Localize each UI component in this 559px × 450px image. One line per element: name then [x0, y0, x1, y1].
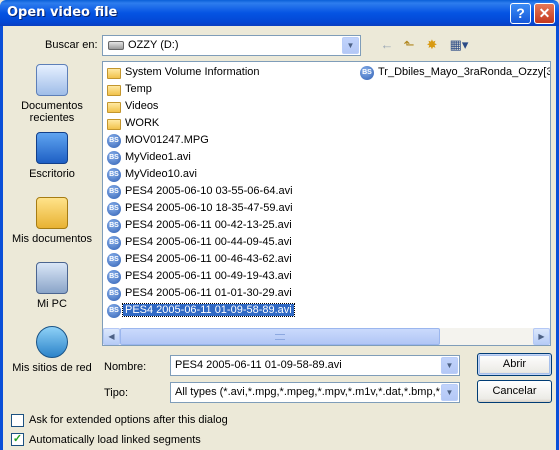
my-computer-icon [36, 262, 68, 294]
file-name: System Volume Information [125, 66, 260, 78]
folder-icon [107, 68, 121, 79]
file-name: Temp [125, 83, 152, 95]
filename-input[interactable]: PES4 2005-06-11 01-09-58-89.avi [175, 359, 437, 371]
video-file-icon: BS [107, 185, 121, 199]
network-icon [36, 326, 68, 358]
file-list[interactable]: System Volume Information Temp Videos WO… [102, 61, 551, 346]
place-label: Documentos [21, 100, 83, 112]
video-file-icon: BS [107, 202, 121, 216]
file-name: PES4 2005-06-11 00-42-13-25.avi [125, 219, 292, 231]
folder-icon [107, 102, 121, 113]
places-bar: Documentos recientes Escritorio Mis docu… [8, 60, 96, 380]
video-file-icon: BS [107, 304, 121, 318]
up-folder-icon[interactable]: ⬑ [399, 36, 419, 54]
file-name: PES4 2005-06-11 00-49-19-43.avi [125, 270, 292, 282]
window-title: Open video file [7, 5, 118, 20]
file-name: PES4 2005-06-11 00-46-43-62.avi [125, 253, 292, 265]
scroll-thumb[interactable] [120, 328, 440, 345]
file-name: Tr_Dbiles_Mayo_3raRonda_Ozzy[3- [378, 66, 551, 78]
file-name: MyVideo10.avi [125, 168, 197, 180]
video-file-icon: BS [107, 168, 121, 182]
view-menu-icon[interactable]: ▦▾ [446, 36, 472, 54]
chevron-down-icon[interactable]: ▼ [441, 384, 458, 401]
lookin-label: Buscar en: [45, 39, 98, 51]
scroll-right-icon[interactable]: ▶ [533, 328, 550, 345]
recent-documents-icon [36, 64, 68, 96]
lookin-value: OZZY (D:) [128, 39, 179, 51]
video-file-icon: BS [107, 253, 121, 267]
file-name: PES4 2005-06-11 01-09-58-89.avi [122, 303, 295, 317]
horizontal-scrollbar[interactable]: ◀ ▶ [103, 328, 550, 345]
file-name: PES4 2005-06-11 01-01-30-29.avi [125, 287, 292, 299]
filetype-value: All types (*.avi,*.mpg,*.mpeg,*.mpv,*.m1… [175, 386, 441, 398]
file-name: MOV01247.MPG [125, 134, 209, 146]
folder-icon [107, 119, 121, 130]
place-my-computer[interactable]: Mi PC [8, 262, 96, 310]
extended-options-checkbox[interactable] [11, 414, 24, 427]
video-file-icon: BS [107, 219, 121, 233]
close-button[interactable]: ✕ [534, 3, 555, 24]
file-name: MyVideo1.avi [125, 151, 191, 163]
cancel-button[interactable]: Cancelar [477, 380, 552, 403]
back-arrow-icon[interactable]: ← [377, 36, 397, 54]
scroll-left-icon[interactable]: ◀ [103, 328, 120, 345]
video-file-icon: BS [107, 151, 121, 165]
filename-combo[interactable]: PES4 2005-06-11 01-09-58-89.avi ▼ [170, 355, 460, 376]
place-label: Mi PC [37, 298, 67, 310]
grip-icon [275, 334, 285, 340]
file-name: WORK [125, 117, 160, 129]
title-bar: Open video file ? ✕ [0, 0, 559, 26]
linked-segments-checkbox[interactable]: ✓ [11, 433, 24, 446]
drive-icon [108, 41, 124, 50]
place-desktop[interactable]: Escritorio [8, 132, 96, 180]
video-file-icon: BS [107, 134, 121, 148]
folder-icon [107, 85, 121, 96]
filetype-label: Tipo: [104, 387, 129, 399]
lookin-combo[interactable]: OZZY (D:) ▼ [102, 35, 361, 56]
place-label: Mis sitios de red [12, 362, 92, 374]
place-label: Escritorio [29, 168, 75, 180]
file-name: PES4 2005-06-11 00-44-09-45.avi [125, 236, 292, 248]
video-file-icon: BS [107, 287, 121, 301]
place-label: Mis documentos [11, 233, 93, 245]
place-network[interactable]: Mis sitios de red [8, 326, 96, 374]
file-name: PES4 2005-06-10 03-55-06-64.avi [125, 185, 293, 197]
filename-label: Nombre: [104, 361, 147, 373]
file-name: PES4 2005-06-10 18-35-47-59.avi [125, 202, 293, 214]
filetype-select[interactable]: All types (*.avi,*.mpg,*.mpeg,*.mpv,*.m1… [170, 382, 460, 403]
desktop-icon [36, 132, 68, 164]
help-button[interactable]: ? [510, 3, 531, 24]
video-file-icon: BS [107, 270, 121, 284]
open-button[interactable]: Abrir [477, 353, 552, 376]
chevron-down-icon[interactable]: ▼ [342, 37, 359, 54]
video-file-icon: BS [360, 66, 374, 80]
place-my-documents[interactable]: Mis documentos [8, 197, 96, 245]
extended-options-label: Ask for extended options after this dial… [29, 414, 228, 426]
file-name: Videos [125, 100, 159, 112]
my-documents-icon [36, 197, 68, 229]
place-label-line2: recientes [29, 112, 75, 124]
chevron-down-icon[interactable]: ▼ [441, 357, 458, 374]
linked-segments-label: Automatically load linked segments [29, 434, 201, 446]
video-file-icon: BS [107, 236, 121, 250]
place-recent-documents[interactable]: Documentos recientes [8, 64, 96, 124]
new-folder-icon[interactable]: ✸ [422, 36, 442, 54]
